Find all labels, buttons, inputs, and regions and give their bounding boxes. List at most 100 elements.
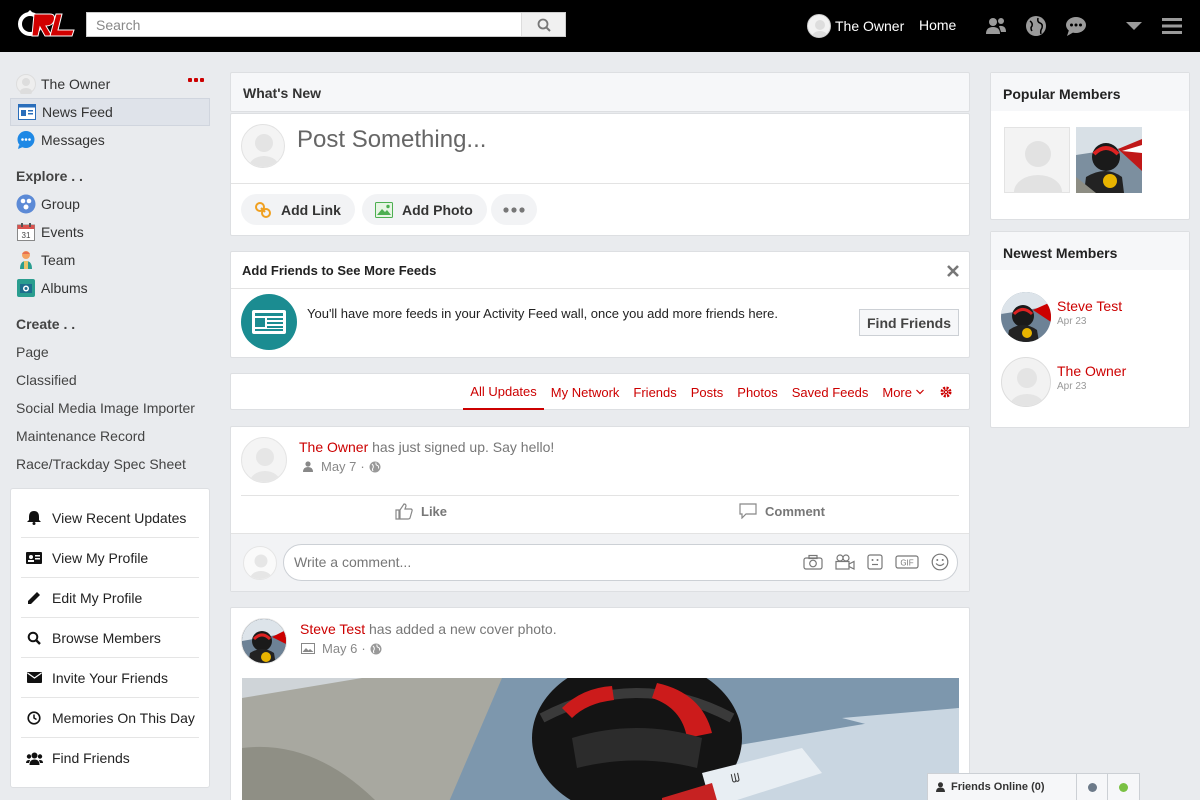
chat-icon[interactable]	[1064, 14, 1088, 38]
member-row[interactable]: Steve Test Apr 23	[1001, 292, 1122, 342]
post-date[interactable]: May 6	[322, 641, 357, 656]
sidebar-item-events[interactable]: 31 Events	[10, 218, 210, 246]
close-icon[interactable]	[947, 264, 959, 280]
member-join-date: Apr 23	[1057, 316, 1087, 327]
svg-text:GIF: GIF	[900, 559, 913, 568]
quick-link-view-my-profile[interactable]: View My Profile	[21, 538, 199, 578]
more-options-icon[interactable]	[188, 78, 204, 82]
add-photo-button[interactable]: Add Photo	[362, 194, 487, 225]
tab-all-updates[interactable]: All Updates	[463, 374, 544, 410]
search-bar	[86, 12, 566, 37]
sidebar-item-social-media-image-importer[interactable]: Social Media Image Importer	[10, 394, 210, 422]
member-name-link[interactable]: Steve Test	[1057, 298, 1122, 314]
avatar	[243, 546, 277, 580]
site-logo[interactable]	[16, 6, 78, 44]
gif-icon[interactable]: GIF	[895, 554, 919, 570]
comment-button[interactable]: Comment	[739, 503, 825, 519]
divider	[231, 288, 969, 289]
top-user-profile[interactable]: The Owner	[807, 14, 904, 38]
post-headline: Steve Test has added a new cover photo.	[300, 621, 557, 637]
sidebar-item-albums[interactable]: Albums	[10, 274, 210, 302]
post-composer: Post Something... Add Link Add Photo	[230, 113, 970, 236]
member-thumbnail[interactable]	[1076, 127, 1142, 193]
newspaper-icon	[241, 294, 297, 350]
friend-requests-icon[interactable]	[984, 14, 1008, 38]
member-join-date: Apr 23	[1057, 381, 1087, 392]
news-feed-icon	[17, 102, 37, 122]
tab-photos[interactable]: Photos	[730, 374, 784, 410]
search-button[interactable]	[521, 13, 565, 36]
friends-online-toggle[interactable]: Friends Online (0)	[928, 774, 1078, 800]
camera-icon[interactable]	[803, 554, 823, 570]
post-author-link[interactable]: Steve Test	[300, 621, 365, 637]
emoji-icon[interactable]	[931, 553, 949, 571]
member-name-link[interactable]: The Owner	[1057, 363, 1126, 379]
feed-post: Steve Test has added a new cover photo. …	[230, 607, 970, 800]
sidebar-item-messages[interactable]: Messages	[10, 126, 210, 154]
avatar	[1001, 292, 1051, 342]
tab-friends[interactable]: Friends	[626, 374, 683, 410]
sticker-icon[interactable]	[867, 554, 883, 570]
sidebar-item-race-trackday-spec-sheet[interactable]: Race/Trackday Spec Sheet	[10, 450, 210, 478]
post-date[interactable]: May 7	[321, 459, 356, 474]
post-meta: May 7 ·	[303, 459, 381, 474]
globe-icon[interactable]	[369, 461, 381, 473]
search-input[interactable]	[87, 13, 522, 36]
like-button[interactable]: Like	[395, 503, 447, 520]
sidebar-item-classified[interactable]: Classified	[10, 366, 210, 394]
photo-icon	[374, 200, 394, 220]
feed-settings-gear-icon[interactable]	[932, 374, 959, 410]
quick-link-memories-on-this-day[interactable]: Memories On This Day	[21, 698, 199, 738]
add-link-button[interactable]: Add Link	[241, 194, 355, 225]
quick-links-panel: View Recent Updates View My Profile Edit…	[10, 488, 210, 788]
sidebar-item-label: News Feed	[42, 104, 113, 120]
sidebar-item-profile[interactable]: The Owner	[10, 70, 210, 98]
friends-online-bar[interactable]: Friends Online (0)	[927, 773, 1140, 800]
post-something-input[interactable]: Post Something...	[297, 126, 486, 154]
quick-link-label: Edit My Profile	[52, 589, 143, 606]
quick-link-label: Browse Members	[52, 629, 161, 646]
avatar[interactable]	[241, 437, 287, 483]
quick-link-invite-your-friends[interactable]: Invite Your Friends	[21, 658, 199, 698]
comment-section: GIF	[231, 533, 969, 591]
globe-icon[interactable]	[1024, 14, 1048, 38]
svg-text:31: 31	[22, 231, 31, 240]
more-options-button[interactable]	[491, 194, 537, 225]
sidebar-item-group[interactable]: Group	[10, 190, 210, 218]
find-friends-button[interactable]: Find Friends	[859, 309, 959, 336]
member-thumbnail[interactable]	[1004, 127, 1070, 193]
post-author-link[interactable]: The Owner	[299, 439, 368, 455]
sidebar-item-maintenance-record[interactable]: Maintenance Record	[10, 422, 210, 450]
sidebar-item-team[interactable]: Team	[10, 246, 210, 274]
search-icon	[537, 18, 551, 32]
comment-label: Comment	[765, 503, 825, 519]
calendar-icon: 31	[16, 222, 36, 242]
add-friends-card: Add Friends to See More Feeds You'll hav…	[230, 251, 970, 358]
cover-photo-image[interactable]: ᗯ	[242, 678, 959, 800]
hamburger-menu-icon[interactable]	[1160, 14, 1184, 38]
tab-my-network[interactable]: My Network	[544, 374, 627, 410]
pencil-icon	[25, 589, 43, 607]
clock-icon	[25, 709, 43, 727]
status-away-button[interactable]	[1077, 774, 1109, 800]
quick-link-view-recent-updates[interactable]: View Recent Updates	[21, 498, 199, 538]
quick-link-browse-members[interactable]: Browse Members	[21, 618, 199, 658]
avatar[interactable]	[241, 618, 287, 664]
tab-more[interactable]: More	[875, 374, 932, 410]
tab-posts[interactable]: Posts	[684, 374, 731, 410]
newest-members-title: Newest Members	[991, 232, 1189, 270]
sidebar-item-news-feed[interactable]: News Feed	[10, 98, 210, 126]
bell-icon	[25, 509, 43, 527]
tab-saved-feeds[interactable]: Saved Feeds	[785, 374, 876, 410]
globe-icon[interactable]	[370, 643, 382, 655]
quick-link-edit-my-profile[interactable]: Edit My Profile	[21, 578, 199, 618]
comment-input[interactable]	[294, 554, 774, 570]
member-row[interactable]: The Owner Apr 23	[1001, 357, 1126, 407]
sidebar-item-page[interactable]: Page	[10, 338, 210, 366]
quick-link-find-friends[interactable]: Find Friends	[21, 738, 199, 778]
post-text: has just signed up. Say hello!	[372, 439, 555, 455]
status-online-button[interactable]	[1108, 774, 1139, 800]
home-link[interactable]: Home	[919, 17, 956, 33]
video-camera-icon[interactable]	[835, 554, 855, 570]
chevron-down-icon[interactable]	[1122, 14, 1146, 38]
